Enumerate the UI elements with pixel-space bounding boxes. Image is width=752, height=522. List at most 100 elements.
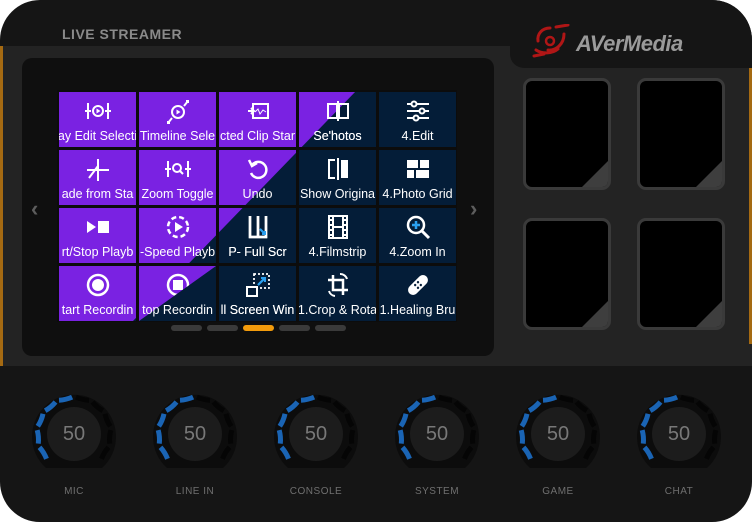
knob-label: SYSTEM	[414, 486, 460, 497]
volume-knob[interactable]: 50	[631, 386, 727, 482]
shortcut-tile-label: top Recordin	[142, 303, 213, 317]
hardware-key-3[interactable]	[523, 218, 611, 330]
shortcut-tile-label: P- Full Scr	[228, 245, 287, 259]
selected-clip-start-icon	[245, 98, 271, 124]
hardware-key-2[interactable]	[637, 78, 725, 190]
knob-value: 50	[425, 423, 449, 445]
record-stop-icon	[165, 272, 191, 298]
volume-knob[interactable]: 50	[268, 386, 364, 482]
shortcut-tile-label: -Speed Playb	[139, 245, 216, 259]
shortcut-grid: ay Edit Selecti Timeline Sele cted Clip St…	[57, 90, 457, 322]
knob-value: 50	[667, 423, 691, 445]
shortcut-tile-label: 1.Crop & Rota	[299, 303, 376, 317]
filmstrip-icon	[325, 214, 351, 240]
volume-knob[interactable]: 50	[147, 386, 243, 482]
shortcut-tile[interactable]: ll Screen Win	[219, 266, 296, 321]
shortcut-tile-label: ay Edit Selecti	[59, 129, 136, 143]
key-corner	[582, 301, 608, 327]
undo-icon	[245, 156, 271, 182]
page-dot[interactable]	[171, 325, 202, 331]
page-dot[interactable]	[279, 325, 310, 331]
shortcut-tile[interactable]: 1.Crop & Rota	[299, 266, 376, 321]
product-label: LIVE STREAMER	[62, 26, 183, 42]
key-corner	[696, 301, 722, 327]
full-screen-icon	[245, 214, 271, 240]
crop-rotate-icon	[325, 272, 351, 298]
compare-icon	[325, 156, 351, 182]
speed-play-icon	[165, 214, 191, 240]
knob-label: LINE IN	[175, 486, 215, 497]
fade-icon	[85, 156, 111, 182]
photo-grid-icon	[405, 156, 431, 182]
shortcut-tile-label: tart Recordin	[61, 303, 134, 317]
previous-page-arrow-icon[interactable]: ‹	[31, 196, 38, 222]
play-edit-selection-icon	[84, 98, 111, 124]
shortcut-tile-label: Zoom Toggle	[141, 187, 214, 201]
shortcut-tile[interactable]: tart Recordin	[59, 266, 136, 321]
shortcut-tile[interactable]: 4.Zoom In	[379, 208, 456, 263]
shortcut-tile-label: rt/Stop Playb	[61, 245, 134, 259]
shortcut-tile[interactable]: Zoom Toggle	[139, 150, 216, 205]
brand-logo: AVerMedia	[530, 23, 683, 63]
shortcut-tile-label: ll Screen Win	[220, 303, 295, 317]
hardware-key-4[interactable]	[637, 218, 725, 330]
knob-value: 50	[183, 423, 207, 445]
hardware-key-1[interactable]	[523, 78, 611, 190]
shortcut-tile[interactable]: 4.Photo Grid	[379, 150, 456, 205]
separate-photos-icon	[325, 98, 351, 124]
shortcut-tile-label: Se'hotos	[313, 129, 362, 143]
sliders-icon	[405, 98, 431, 124]
shortcut-tile[interactable]: rt/Stop Playb	[59, 208, 136, 263]
timeline-select-icon	[165, 98, 191, 124]
page-dot[interactable]	[243, 325, 274, 331]
shortcut-tile[interactable]: -Speed Playb	[139, 208, 216, 263]
zoom-toggle-icon	[164, 156, 191, 182]
page-dot[interactable]	[207, 325, 238, 331]
knob-label: GAME	[542, 486, 574, 497]
device-corner	[712, 482, 752, 522]
shortcut-tile-label: Timeline Sele	[139, 129, 216, 143]
shortcut-tile-label: 4.Filmstrip	[308, 245, 367, 259]
zoom-in-icon	[405, 214, 431, 240]
window-resize-icon	[245, 272, 271, 298]
volume-knob[interactable]: 50	[389, 386, 485, 482]
shortcut-tile[interactable]: P- Full Scr	[219, 208, 296, 263]
shortcut-tile[interactable]: 4.Edit	[379, 92, 456, 147]
play-stop-icon	[85, 214, 111, 240]
record-start-icon	[85, 272, 111, 298]
knob-value: 50	[304, 423, 328, 445]
page-dot[interactable]	[315, 325, 346, 331]
shortcut-tile[interactable]: Undo	[219, 150, 296, 205]
shortcut-tile[interactable]: Timeline Sele	[139, 92, 216, 147]
device-panel: LIVE STREAMER AVerMedia ‹ › ay Edit Sele…	[0, 0, 752, 522]
shortcut-tile[interactable]: 4.Filmstrip	[299, 208, 376, 263]
key-corner	[696, 161, 722, 187]
shortcut-tile-label: 1.Healing Bru	[379, 303, 456, 317]
shortcut-tile[interactable]: 1.Healing Bru	[379, 266, 456, 321]
shortcut-tile[interactable]: Show Origina	[299, 150, 376, 205]
shortcut-tile-label: 4.Zoom In	[389, 245, 446, 259]
shortcut-tile-label: cted Clip Star	[219, 129, 296, 143]
shortcut-tile[interactable]: cted Clip Star	[219, 92, 296, 147]
volume-knob[interactable]: 50	[510, 386, 606, 482]
shortcut-tile-label: Undo	[242, 187, 273, 201]
accent-strip-left	[0, 46, 3, 366]
brand-logo-text: AVerMedia	[576, 30, 683, 56]
knob-label: MIC	[64, 486, 84, 497]
shortcut-tile[interactable]: top Recordin	[139, 266, 216, 321]
shortcut-tile[interactable]: Se'hotos	[299, 92, 376, 147]
next-page-arrow-icon[interactable]: ›	[470, 196, 477, 222]
bandage-icon	[405, 272, 431, 298]
shortcut-tile-label: 4.Photo Grid	[382, 187, 453, 201]
swirl-logo-icon	[530, 23, 570, 63]
shortcut-tile[interactable]: ade from Sta	[59, 150, 136, 205]
volume-knob[interactable]: 50	[26, 386, 122, 482]
knob-value: 50	[62, 423, 86, 445]
key-corner	[582, 161, 608, 187]
shortcut-tile-label: 4.Edit	[401, 129, 434, 143]
knob-label: CONSOLE	[289, 486, 343, 497]
page-indicator	[171, 325, 346, 331]
shortcut-tile-label: Show Origina	[299, 187, 376, 201]
knob-value: 50	[546, 423, 570, 445]
shortcut-tile[interactable]: ay Edit Selecti	[59, 92, 136, 147]
